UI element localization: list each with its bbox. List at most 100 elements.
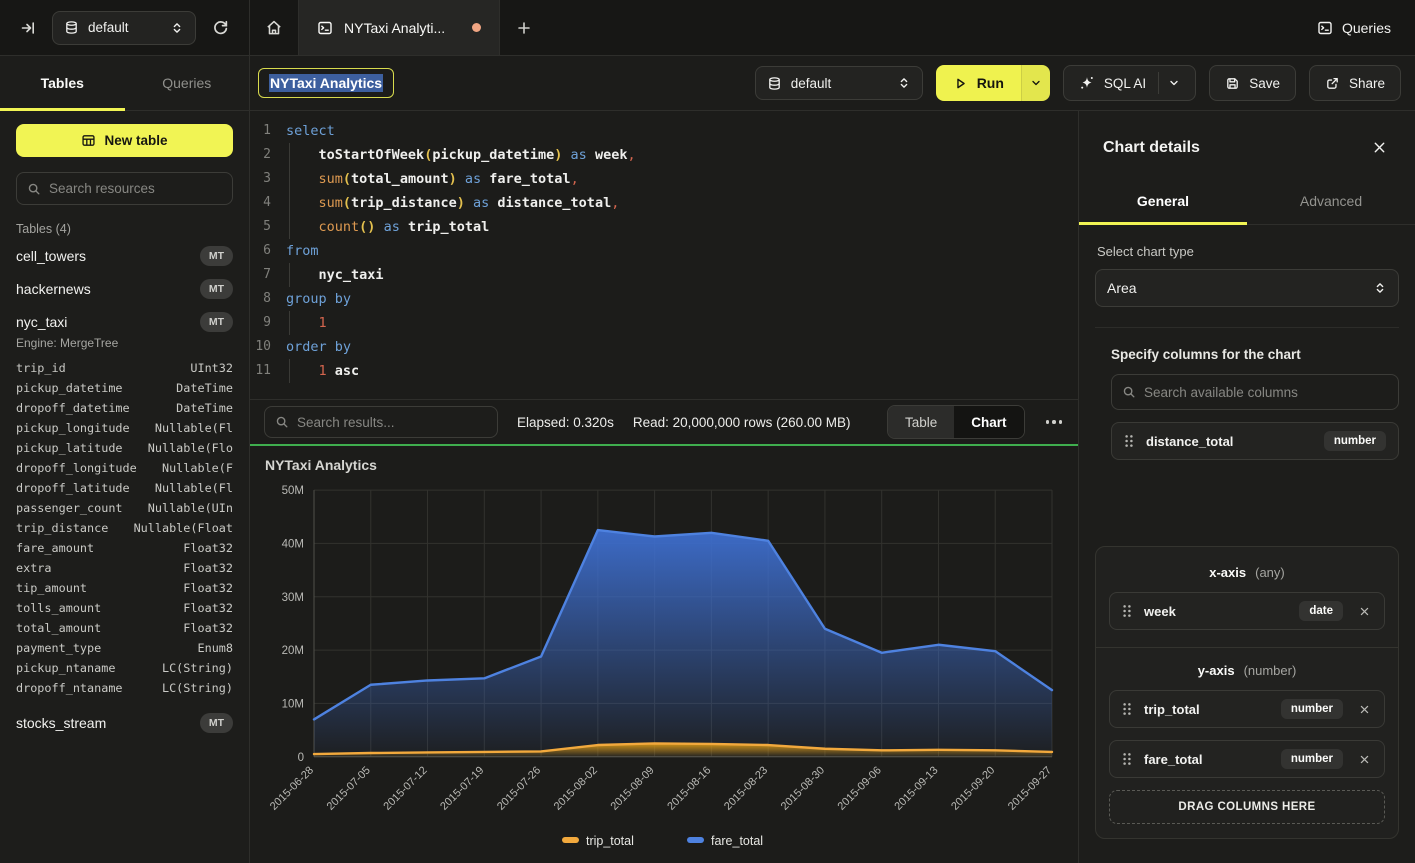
sidebar-tab-queries[interactable]: Queries: [125, 56, 250, 110]
table-name: cell_towers: [16, 248, 86, 264]
sql-ai-button[interactable]: SQL AI: [1063, 65, 1196, 101]
editor-line[interactable]: 7 nyc_taxi: [250, 263, 1078, 287]
home-icon: [265, 19, 283, 37]
chevron-down-icon[interactable]: [1168, 77, 1180, 89]
results-search-input[interactable]: [297, 415, 487, 430]
panel-tab-general[interactable]: General: [1079, 180, 1247, 224]
column-name: dropoff_ntaname: [16, 678, 123, 698]
run-options-button[interactable]: [1021, 65, 1050, 101]
columns-search-input[interactable]: [1144, 385, 1388, 400]
button-divider: [1158, 72, 1159, 94]
refresh-button[interactable]: [206, 13, 235, 42]
query-toolbar: NYTaxi Analytics default Run: [250, 56, 1415, 111]
database-icon: [767, 76, 782, 91]
sidebar-tab-tables[interactable]: Tables: [0, 56, 125, 110]
column-row: tolls_amountFloat32: [16, 598, 233, 618]
table-row[interactable]: stocks_streamMT: [16, 706, 233, 739]
y-tick-label: 20M: [282, 645, 304, 657]
chart-view[interactable]: NYTaxi Analytics010M20M30M40M50M2015-06-…: [250, 446, 1078, 863]
editor-line[interactable]: 2 toStartOfWeek(pickup_datetime) as week…: [250, 143, 1078, 167]
column-name: dropoff_longitude: [16, 458, 137, 478]
search-icon: [275, 415, 289, 429]
line-number: 8: [250, 287, 286, 311]
y-axis-items: trip_totalnumber fare_totalnumber: [1109, 690, 1385, 778]
editor-line[interactable]: 6from: [250, 239, 1078, 263]
y-axis-column-item-fare_total[interactable]: fare_totalnumber: [1109, 740, 1385, 778]
drag-columns-dropzone[interactable]: DRAG COLUMNS HERE: [1109, 790, 1385, 824]
panel-tabs: General Advanced: [1079, 180, 1415, 225]
legend-swatch-trip_total[interactable]: [562, 837, 579, 843]
code-text: 1: [286, 311, 327, 335]
y-axis-column-item-trip_total[interactable]: trip_totalnumber: [1109, 690, 1385, 728]
column-row: dropoff_datetimeDateTime: [16, 398, 233, 418]
drag-handle-icon[interactable]: [1122, 702, 1132, 716]
editor-line[interactable]: 8group by: [250, 287, 1078, 311]
y-axis-label: y-axis: [1198, 663, 1235, 678]
column-row: payment_typeEnum8: [16, 638, 233, 658]
column-type: LC(String): [162, 678, 233, 698]
column-type: Nullable(Float: [134, 518, 233, 538]
editor-line[interactable]: 5 count() as trip_total: [250, 215, 1078, 239]
drag-handle-icon[interactable]: [1124, 434, 1134, 448]
table-row[interactable]: hackernewsMT: [16, 272, 233, 305]
tab-nytaxi-analytics[interactable]: NYTaxi Analyti...: [298, 0, 500, 55]
remove-column-button[interactable]: [1357, 702, 1372, 717]
collapse-sidebar-button[interactable]: [14, 14, 42, 42]
column-name: tolls_amount: [16, 598, 101, 618]
new-tab-button[interactable]: [500, 0, 548, 55]
home-button[interactable]: [250, 0, 298, 55]
legend-label-fare_total[interactable]: fare_total: [711, 834, 763, 848]
view-toggle: Table Chart: [887, 405, 1025, 439]
topbar-database-selector[interactable]: default: [52, 11, 196, 45]
new-table-button[interactable]: New table: [16, 124, 233, 157]
area-chart-canvas[interactable]: NYTaxi Analytics010M20M30M40M50M2015-06-…: [250, 446, 1078, 863]
x-tick-label: 2015-08-09: [609, 764, 657, 812]
legend-label-trip_total[interactable]: trip_total: [586, 834, 634, 848]
code-text: count() as trip_total: [286, 215, 489, 239]
more-options-button[interactable]: [1044, 414, 1065, 430]
available-column-item-distance_total[interactable]: distance_totalnumber: [1111, 422, 1399, 460]
line-number: 6: [250, 239, 286, 263]
table-row[interactable]: cell_towersMT: [16, 239, 233, 272]
table-name: nyc_taxi: [16, 314, 67, 330]
column-type: Float32: [183, 538, 233, 558]
query-database-selector[interactable]: default: [755, 66, 923, 100]
run-split-button: Run: [936, 65, 1050, 101]
panel-tab-advanced[interactable]: Advanced: [1247, 180, 1415, 224]
y-tick-label: 10M: [282, 698, 304, 710]
editor-line[interactable]: 9 1: [250, 311, 1078, 335]
drag-handle-icon[interactable]: [1122, 604, 1132, 618]
remove-column-button[interactable]: [1357, 604, 1372, 619]
editor-line[interactable]: 11 1 asc: [250, 359, 1078, 383]
line-number: 2: [250, 143, 286, 167]
code-text: 1 asc: [286, 359, 359, 383]
run-button[interactable]: Run: [936, 65, 1021, 101]
resource-search-input[interactable]: [49, 181, 222, 196]
chart-legend[interactable]: trip_total fare_total: [562, 834, 763, 848]
code-text: order by: [286, 335, 351, 359]
remove-column-button[interactable]: [1357, 752, 1372, 767]
editor-line[interactable]: 10order by: [250, 335, 1078, 359]
x-tick-label: 2015-09-06: [836, 764, 884, 812]
drag-handle-icon[interactable]: [1122, 752, 1132, 766]
editor-line[interactable]: 3 sum(total_amount) as fare_total,: [250, 167, 1078, 191]
save-button[interactable]: Save: [1209, 65, 1296, 101]
x-axis-column-item-week[interactable]: weekdate: [1109, 592, 1385, 630]
query-title-input[interactable]: NYTaxi Analytics: [258, 68, 394, 98]
share-button[interactable]: Share: [1309, 65, 1401, 101]
table-row[interactable]: nyc_taxiMT: [16, 305, 233, 338]
search-icon: [1122, 385, 1136, 399]
editor-line[interactable]: 1select: [250, 119, 1078, 143]
view-toggle-table[interactable]: Table: [888, 406, 954, 438]
available-columns-list: distance_totalnumber: [1111, 410, 1399, 460]
chart-type-selector[interactable]: Area: [1095, 269, 1399, 307]
close-panel-button[interactable]: [1368, 136, 1391, 159]
x-tick-label: 2015-09-20: [949, 764, 997, 812]
editor-line[interactable]: 4 sum(trip_distance) as distance_total,: [250, 191, 1078, 215]
view-toggle-chart[interactable]: Chart: [954, 406, 1023, 438]
chevron-updown-icon: [170, 21, 184, 35]
legend-swatch-fare_total[interactable]: [687, 837, 704, 843]
queries-button[interactable]: Queries: [1317, 20, 1391, 36]
arrow-to-line-icon: [20, 20, 36, 36]
sql-editor[interactable]: 1select2 toStartOfWeek(pickup_datetime) …: [250, 111, 1078, 399]
